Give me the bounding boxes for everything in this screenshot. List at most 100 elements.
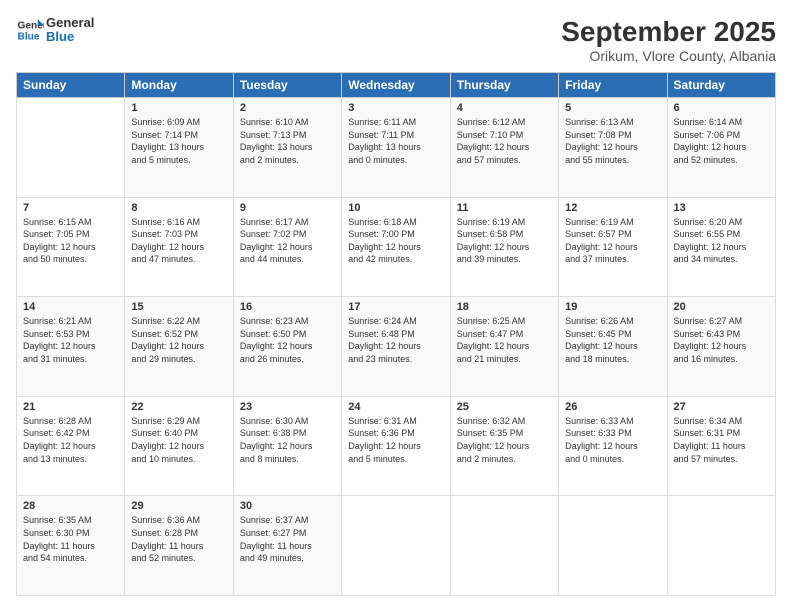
day-info: Sunrise: 6:19 AM Sunset: 6:57 PM Dayligh… xyxy=(565,216,660,266)
day-number: 14 xyxy=(23,301,118,313)
day-info: Sunrise: 6:27 AM Sunset: 6:43 PM Dayligh… xyxy=(674,315,769,365)
calendar-cell: 19 Sunrise: 6:26 AM Sunset: 6:45 PM Dayli… xyxy=(559,297,667,397)
day-info: Sunrise: 6:24 AM Sunset: 6:48 PM Dayligh… xyxy=(348,315,443,365)
day-info: Sunrise: 6:28 AM Sunset: 6:42 PM Dayligh… xyxy=(23,415,118,465)
day-info: Sunrise: 6:13 AM Sunset: 7:08 PM Dayligh… xyxy=(565,116,660,166)
calendar-header: SundayMondayTuesdayWednesdayThursdayFrid… xyxy=(17,73,776,98)
day-number: 13 xyxy=(674,202,769,214)
day-number: 5 xyxy=(565,102,660,114)
page-title: September 2025 xyxy=(561,16,776,48)
day-number: 29 xyxy=(131,500,226,512)
day-info: Sunrise: 6:31 AM Sunset: 6:36 PM Dayligh… xyxy=(348,415,443,465)
day-number: 27 xyxy=(674,401,769,413)
day-number: 17 xyxy=(348,301,443,313)
svg-text:Blue: Blue xyxy=(18,32,40,43)
day-info: Sunrise: 6:33 AM Sunset: 6:33 PM Dayligh… xyxy=(565,415,660,465)
header-sunday: Sunday xyxy=(17,73,125,98)
day-number: 2 xyxy=(240,102,335,114)
calendar-cell: 5 Sunrise: 6:13 AM Sunset: 7:08 PM Daylig… xyxy=(559,98,667,198)
day-info: Sunrise: 6:32 AM Sunset: 6:35 PM Dayligh… xyxy=(457,415,552,465)
header-tuesday: Tuesday xyxy=(233,73,341,98)
day-number: 6 xyxy=(674,102,769,114)
calendar-cell: 15 Sunrise: 6:22 AM Sunset: 6:52 PM Dayli… xyxy=(125,297,233,397)
day-info: Sunrise: 6:18 AM Sunset: 7:00 PM Dayligh… xyxy=(348,216,443,266)
day-number: 28 xyxy=(23,500,118,512)
day-info: Sunrise: 6:36 AM Sunset: 6:28 PM Dayligh… xyxy=(131,514,226,564)
calendar-cell: 26Sunrise: 6:33 AM Sunset: 6:33 PM Dayli… xyxy=(559,396,667,496)
calendar-cell xyxy=(559,496,667,596)
day-number: 22 xyxy=(131,401,226,413)
day-info: Sunrise: 6:19 AM Sunset: 6:58 PM Dayligh… xyxy=(457,216,552,266)
calendar-cell: 16Sunrise: 6:23 AM Sunset: 6:50 PM Dayli… xyxy=(233,297,341,397)
day-number: 30 xyxy=(240,500,335,512)
day-info: Sunrise: 6:23 AM Sunset: 6:50 PM Dayligh… xyxy=(240,315,335,365)
calendar-cell: 10 Sunrise: 6:18 AM Sunset: 7:00 PM Dayli… xyxy=(342,197,450,297)
calendar-cell xyxy=(667,496,775,596)
calendar-cell: 25 Sunrise: 6:32 AM Sunset: 6:35 PM Dayli… xyxy=(450,396,558,496)
day-number: 15 xyxy=(131,301,226,313)
day-number: 19 xyxy=(565,301,660,313)
logo-line2: Blue xyxy=(46,30,94,44)
day-number: 21 xyxy=(23,401,118,413)
day-info: Sunrise: 6:37 AM Sunset: 6:27 PM Dayligh… xyxy=(240,514,335,564)
header-saturday: Saturday xyxy=(667,73,775,98)
day-number: 20 xyxy=(674,301,769,313)
calendar-cell xyxy=(17,98,125,198)
day-number: 24 xyxy=(348,401,443,413)
calendar-cell: 27 Sunrise: 6:34 AM Sunset: 6:31 PM Dayli… xyxy=(667,396,775,496)
header-monday: Monday xyxy=(125,73,233,98)
location: Orikum, Vlore County, Albania xyxy=(561,48,776,64)
day-number: 1 xyxy=(131,102,226,114)
calendar-cell: 20 Sunrise: 6:27 AM Sunset: 6:43 PM Dayli… xyxy=(667,297,775,397)
calendar-cell: 8 Sunrise: 6:16 AM Sunset: 7:03 PM Daylig… xyxy=(125,197,233,297)
calendar-cell: 18 Sunrise: 6:25 AM Sunset: 6:47 PM Dayli… xyxy=(450,297,558,397)
calendar-cell: 17 Sunrise: 6:24 AM Sunset: 6:48 PM Dayli… xyxy=(342,297,450,397)
day-info: Sunrise: 6:30 AM Sunset: 6:38 PM Dayligh… xyxy=(240,415,335,465)
day-info: Sunrise: 6:22 AM Sunset: 6:52 PM Dayligh… xyxy=(131,315,226,365)
day-number: 4 xyxy=(457,102,552,114)
day-number: 9 xyxy=(240,202,335,214)
day-info: Sunrise: 6:17 AM Sunset: 7:02 PM Dayligh… xyxy=(240,216,335,266)
day-number: 11 xyxy=(457,202,552,214)
day-info: Sunrise: 6:14 AM Sunset: 7:06 PM Dayligh… xyxy=(674,116,769,166)
day-info: Sunrise: 6:11 AM Sunset: 7:11 PM Dayligh… xyxy=(348,116,443,166)
calendar-cell: 23 Sunrise: 6:30 AM Sunset: 6:38 PM Dayli… xyxy=(233,396,341,496)
calendar-cell: 22 Sunrise: 6:29 AM Sunset: 6:40 PM Dayli… xyxy=(125,396,233,496)
day-number: 25 xyxy=(457,401,552,413)
calendar-cell: 3Sunrise: 6:11 AM Sunset: 7:11 PM Daylig… xyxy=(342,98,450,198)
calendar-cell: 24 Sunrise: 6:31 AM Sunset: 6:36 PM Dayli… xyxy=(342,396,450,496)
day-info: Sunrise: 6:10 AM Sunset: 7:13 PM Dayligh… xyxy=(240,116,335,166)
day-info: Sunrise: 6:09 AM Sunset: 7:14 PM Dayligh… xyxy=(131,116,226,166)
calendar-cell: 1 Sunrise: 6:09 AM Sunset: 7:14 PM Daylig… xyxy=(125,98,233,198)
day-info: Sunrise: 6:34 AM Sunset: 6:31 PM Dayligh… xyxy=(674,415,769,465)
calendar-cell: 6 Sunrise: 6:14 AM Sunset: 7:06 PM Daylig… xyxy=(667,98,775,198)
calendar-cell: 21 Sunrise: 6:28 AM Sunset: 6:42 PM Dayli… xyxy=(17,396,125,496)
day-number: 23 xyxy=(240,401,335,413)
day-info: Sunrise: 6:21 AM Sunset: 6:53 PM Dayligh… xyxy=(23,315,118,365)
calendar-cell xyxy=(450,496,558,596)
calendar-cell xyxy=(342,496,450,596)
logo: General Blue General Blue xyxy=(16,16,94,45)
day-number: 18 xyxy=(457,301,552,313)
calendar-cell: 30 Sunrise: 6:37 AM Sunset: 6:27 PM Dayli… xyxy=(233,496,341,596)
day-info: Sunrise: 6:29 AM Sunset: 6:40 PM Dayligh… xyxy=(131,415,226,465)
day-info: Sunrise: 6:26 AM Sunset: 6:45 PM Dayligh… xyxy=(565,315,660,365)
header-wednesday: Wednesday xyxy=(342,73,450,98)
day-info: Sunrise: 6:16 AM Sunset: 7:03 PM Dayligh… xyxy=(131,216,226,266)
calendar-cell: 7 Sunrise: 6:15 AM Sunset: 7:05 PM Daylig… xyxy=(17,197,125,297)
day-info: Sunrise: 6:15 AM Sunset: 7:05 PM Dayligh… xyxy=(23,216,118,266)
calendar-cell: 13 Sunrise: 6:20 AM Sunset: 6:55 PM Dayli… xyxy=(667,197,775,297)
calendar-cell: 12 Sunrise: 6:19 AM Sunset: 6:57 PM Dayli… xyxy=(559,197,667,297)
day-info: Sunrise: 6:12 AM Sunset: 7:10 PM Dayligh… xyxy=(457,116,552,166)
day-info: Sunrise: 6:20 AM Sunset: 6:55 PM Dayligh… xyxy=(674,216,769,266)
day-number: 8 xyxy=(131,202,226,214)
calendar-cell: 9 Sunrise: 6:17 AM Sunset: 7:02 PM Daylig… xyxy=(233,197,341,297)
day-number: 10 xyxy=(348,202,443,214)
day-number: 12 xyxy=(565,202,660,214)
calendar-cell: 11 Sunrise: 6:19 AM Sunset: 6:58 PM Dayli… xyxy=(450,197,558,297)
logo-line1: General xyxy=(46,16,94,30)
day-info: Sunrise: 6:25 AM Sunset: 6:47 PM Dayligh… xyxy=(457,315,552,365)
calendar-cell: 2 Sunrise: 6:10 AM Sunset: 7:13 PM Daylig… xyxy=(233,98,341,198)
day-number: 7 xyxy=(23,202,118,214)
day-info: Sunrise: 6:35 AM Sunset: 6:30 PM Dayligh… xyxy=(23,514,118,564)
